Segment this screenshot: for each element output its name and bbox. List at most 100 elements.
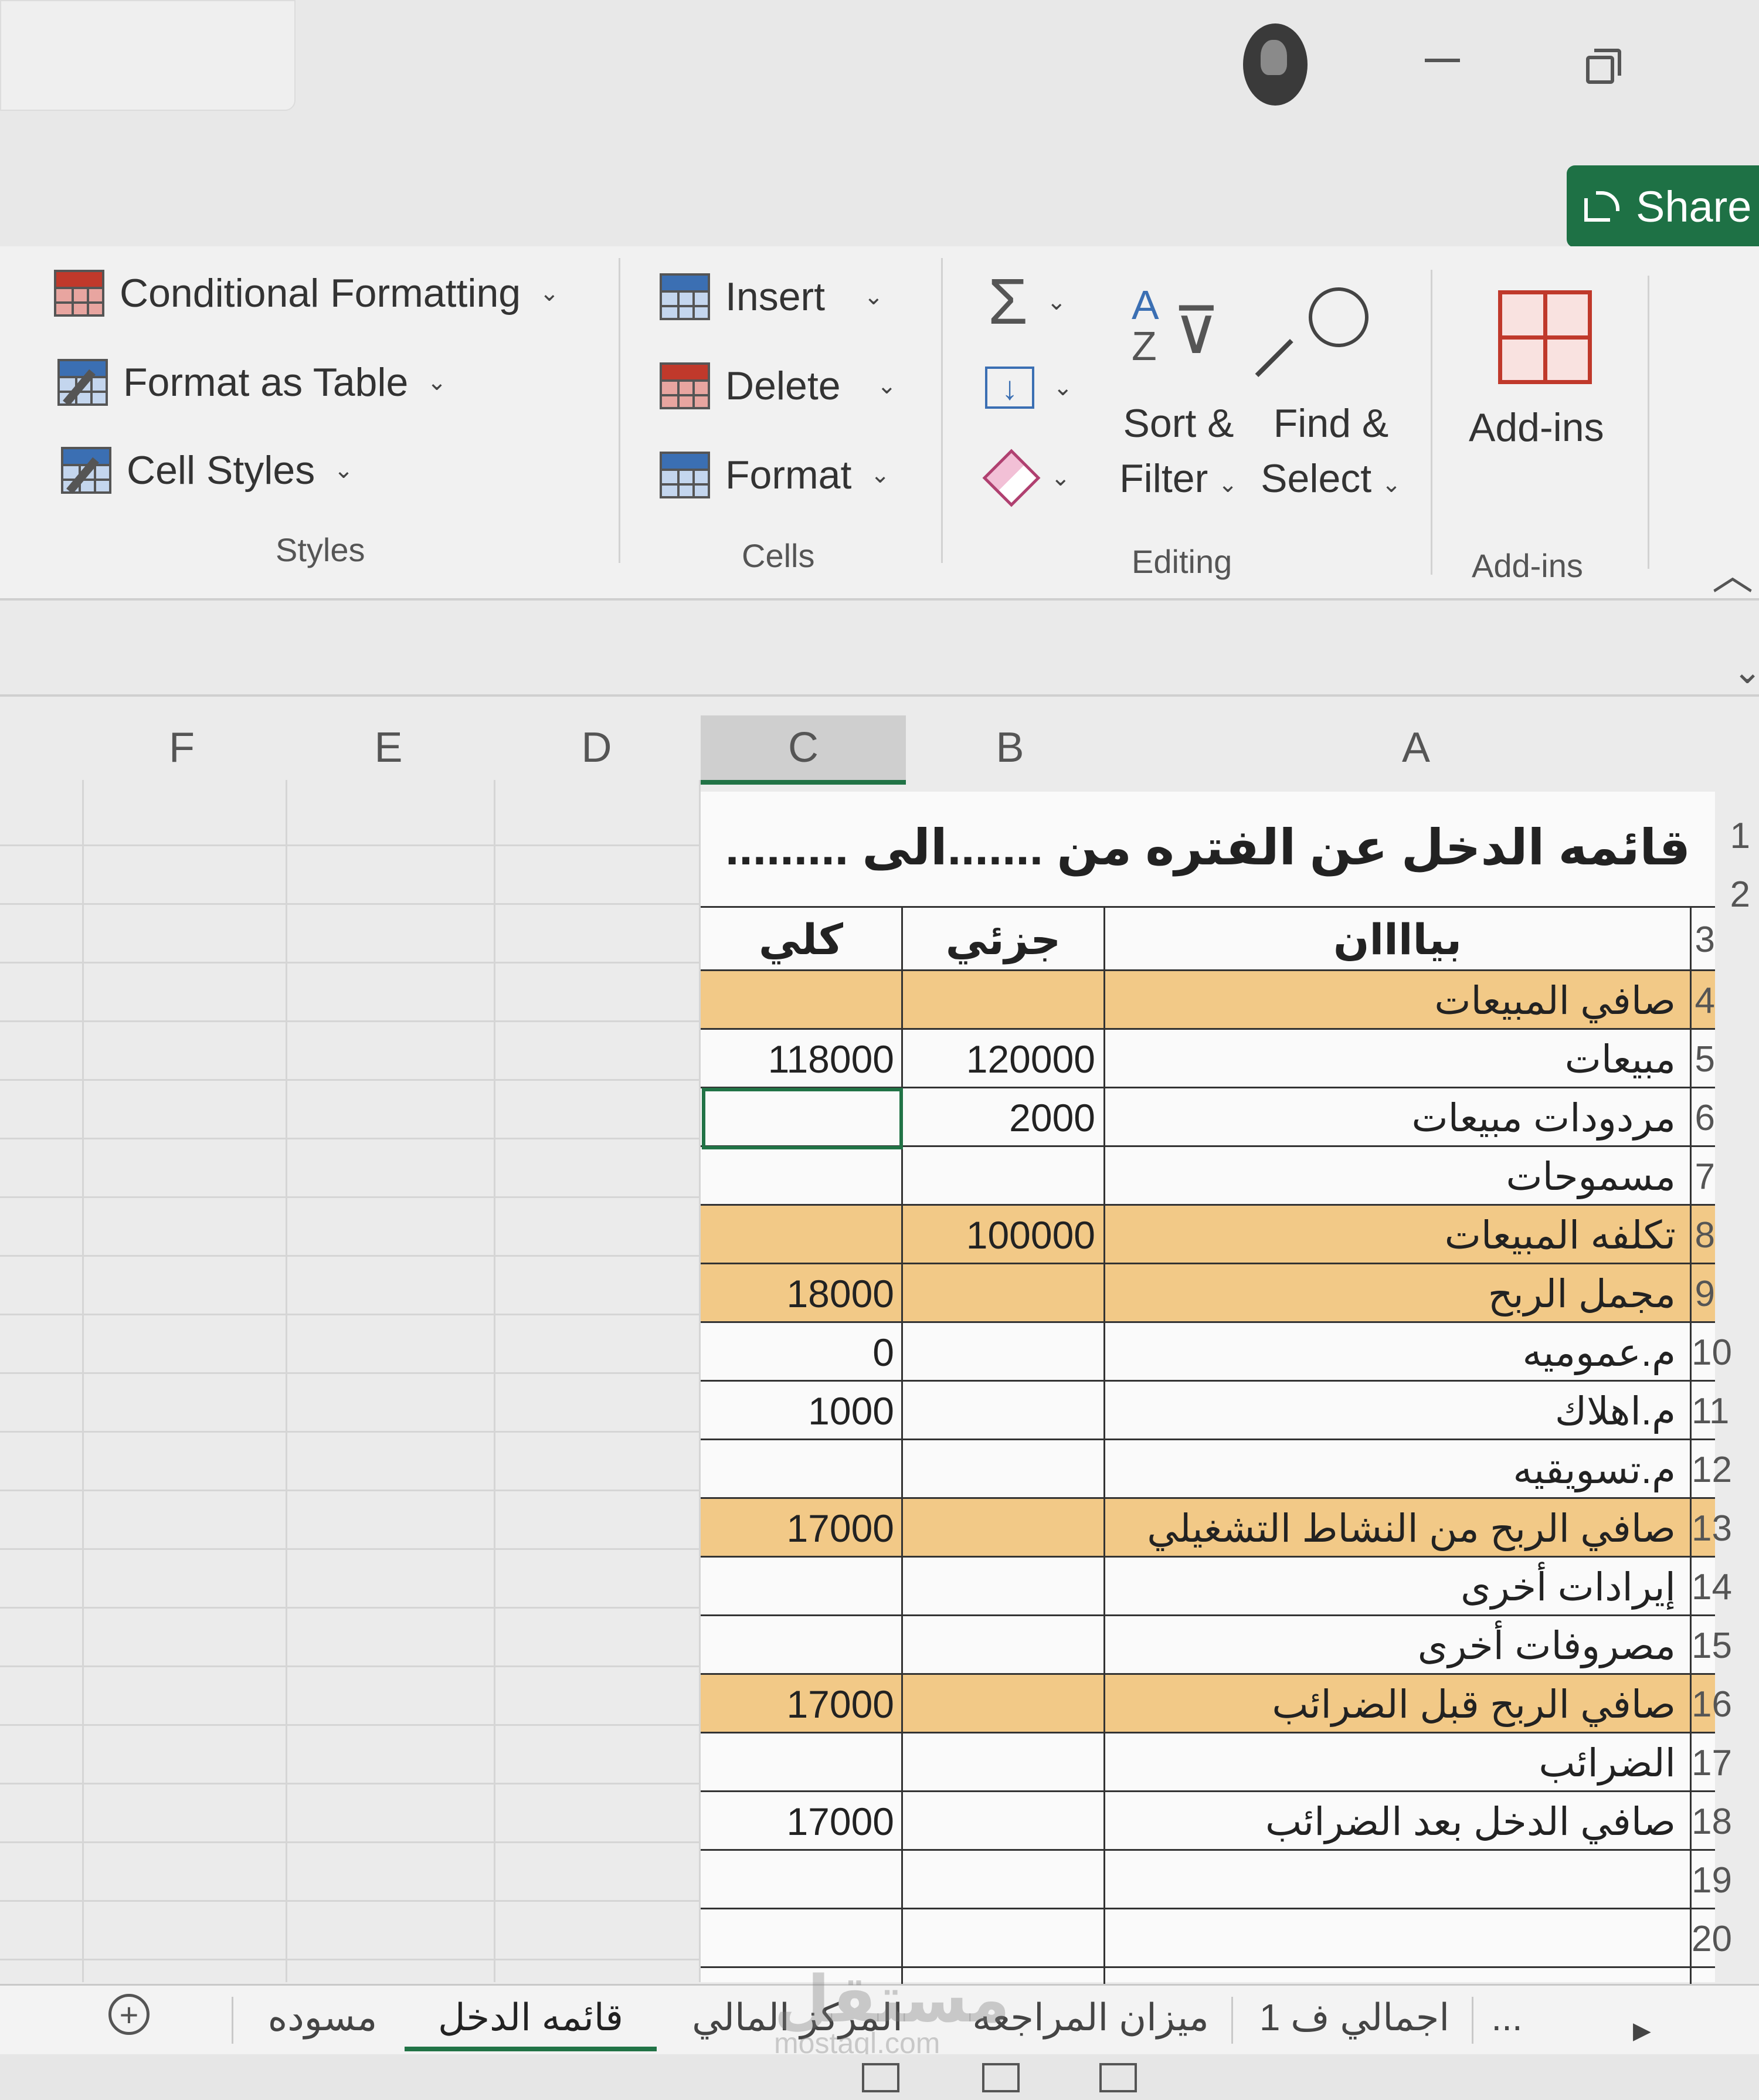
page-layout-icon[interactable] [982,2063,1020,2092]
clear-button[interactable]: ⌄ [982,449,1071,507]
column-header-F[interactable]: F [82,715,281,780]
tab-total-q1[interactable]: اجمالي ف 1 [1249,1988,1460,2047]
autosum-button[interactable]: Σ ⌄ [988,270,1067,334]
cell-partial[interactable] [903,1147,1105,1206]
minimize-icon[interactable] [1425,59,1460,62]
restore-icon[interactable] [1586,49,1621,84]
cell-statement[interactable]: مجمل الربح [1105,1264,1692,1323]
cell-partial[interactable]: 120000 [903,1030,1105,1088]
row-number[interactable]: 12 [1692,1449,1732,1491]
cell-partial[interactable] [903,1440,1105,1499]
cell-partial[interactable] [903,971,1105,1030]
cell-statement[interactable]: صافي الربح قبل الضرائب [1105,1675,1692,1733]
header-statement[interactable]: بياااان [1105,908,1692,971]
more-tabs-button[interactable]: ... [1483,1988,1530,2047]
cell-statement[interactable]: صافي الدخل بعد الضرائب [1105,1792,1692,1851]
row-number[interactable]: 18 [1692,1801,1732,1843]
cell-statement[interactable]: مبيعات [1105,1030,1692,1088]
row-number[interactable]: 17 [1692,1742,1732,1784]
cell-total[interactable]: 18000 [701,1264,903,1323]
row-number[interactable]: 16 [1692,1684,1732,1725]
cell-total[interactable]: 17000 [701,1499,903,1558]
find-select-button[interactable]: Find & Select ⌄ [1261,396,1401,512]
cell-statement[interactable]: تكلفه المبيعات [1105,1206,1692,1264]
header-total[interactable]: كلي [701,908,903,971]
cell-total[interactable] [701,1558,903,1616]
sheet-title[interactable]: قائمه الدخل عن الفتره من .......الى ....… [701,792,1715,903]
column-header-C[interactable]: C [701,715,906,785]
cell-total[interactable] [701,1206,903,1264]
cell-statement[interactable]: م.تسويقيه [1105,1440,1692,1499]
cell-statement[interactable]: م.اهلاك [1105,1382,1692,1440]
cell-total[interactable] [701,971,903,1030]
row-number[interactable]: 10 [1692,1332,1732,1373]
cell-partial[interactable] [903,1733,1105,1792]
cell-partial[interactable] [903,1792,1105,1851]
column-header-A[interactable]: A [1114,715,1718,780]
cell-statement[interactable] [1105,1909,1692,1968]
row-number[interactable]: 11 [1692,1390,1729,1432]
cell-statement[interactable] [1105,1851,1692,1909]
row-number[interactable]: 2 [1727,874,1750,915]
formula-bar[interactable] [0,601,1759,697]
title-search-box[interactable] [0,0,296,111]
delete-button[interactable]: Delete ⌄ [660,362,897,409]
row-number[interactable]: 19 [1692,1860,1732,1901]
cell-total[interactable]: 17000 [701,1792,903,1851]
cell-partial[interactable]: 2000 [903,1088,1105,1147]
row-number[interactable]: 1 [1727,815,1750,857]
header-partial[interactable]: جزئي [903,908,1105,971]
conditional-formatting-button[interactable]: Conditional Formatting ⌄ [54,270,559,317]
cell-partial[interactable] [903,1558,1105,1616]
tab-income-statement[interactable]: قائمه الدخل [405,1988,657,2051]
row-number[interactable]: 3 [1692,919,1715,961]
row-number[interactable]: 9 [1692,1273,1715,1315]
row-number[interactable]: 5 [1692,1039,1715,1080]
expand-formula-bar-icon[interactable]: ⌄ [1733,651,1759,692]
sort-filter-button[interactable]: Sort & Filter ⌄ [1117,396,1240,512]
cell-statement[interactable]: إيرادات أخرى [1105,1558,1692,1616]
column-header-B[interactable]: B [909,715,1111,780]
cell-total[interactable]: 1000 [701,1382,903,1440]
insert-button[interactable]: Insert ⌄ [660,273,884,320]
row-number[interactable]: 8 [1692,1214,1715,1256]
normal-view-icon[interactable] [862,2063,899,2092]
row-number[interactable]: 15 [1692,1625,1732,1667]
cell-total[interactable] [701,1733,903,1792]
row-number[interactable]: 6 [1692,1097,1715,1139]
cell-total[interactable]: 118000 [701,1030,903,1088]
avatar[interactable] [1243,23,1308,106]
cell-total[interactable] [701,1616,903,1675]
column-header-D[interactable]: D [495,715,698,780]
cell-partial[interactable] [903,1675,1105,1733]
tab-draft[interactable]: مسوده [246,1988,399,2047]
cell-partial[interactable] [903,1851,1105,1909]
row-number[interactable]: 14 [1692,1566,1732,1608]
row-number[interactable]: 20 [1692,1918,1732,1960]
row-number[interactable]: 4 [1692,980,1715,1022]
cell-styles-button[interactable]: Cell Styles ⌄ [61,447,354,494]
column-header-E[interactable]: E [287,715,490,780]
selected-cell[interactable] [702,1088,903,1149]
cell-total[interactable] [701,1851,903,1909]
share-button[interactable]: Share [1567,165,1759,247]
cell-statement[interactable]: الضرائب [1105,1733,1692,1792]
row-number[interactable]: 13 [1692,1508,1732,1549]
collapse-ribbon-icon[interactable]: ︿ [1712,542,1753,602]
cell-partial[interactable] [903,1616,1105,1675]
fill-button[interactable]: ↓ ⌄ [985,367,1073,409]
format-button[interactable]: Format ⌄ [660,452,890,498]
cell-statement[interactable]: م.عموميه [1105,1323,1692,1382]
cell-partial[interactable] [903,1909,1105,1968]
cell-total[interactable] [701,1147,903,1206]
cell-statement[interactable]: مسموحات [1105,1147,1692,1206]
cell-total[interactable]: 17000 [701,1675,903,1733]
cell-partial[interactable] [903,1382,1105,1440]
cell-statement[interactable]: صافي المبيعات [1105,971,1692,1030]
cell-total[interactable]: 0 [701,1323,903,1382]
cell-partial[interactable] [903,1499,1105,1558]
row-number[interactable]: 7 [1692,1156,1715,1197]
cell-statement[interactable]: مردودات مبيعات [1105,1088,1692,1147]
cell-total[interactable] [701,1909,903,1968]
cell-partial[interactable] [903,1264,1105,1323]
